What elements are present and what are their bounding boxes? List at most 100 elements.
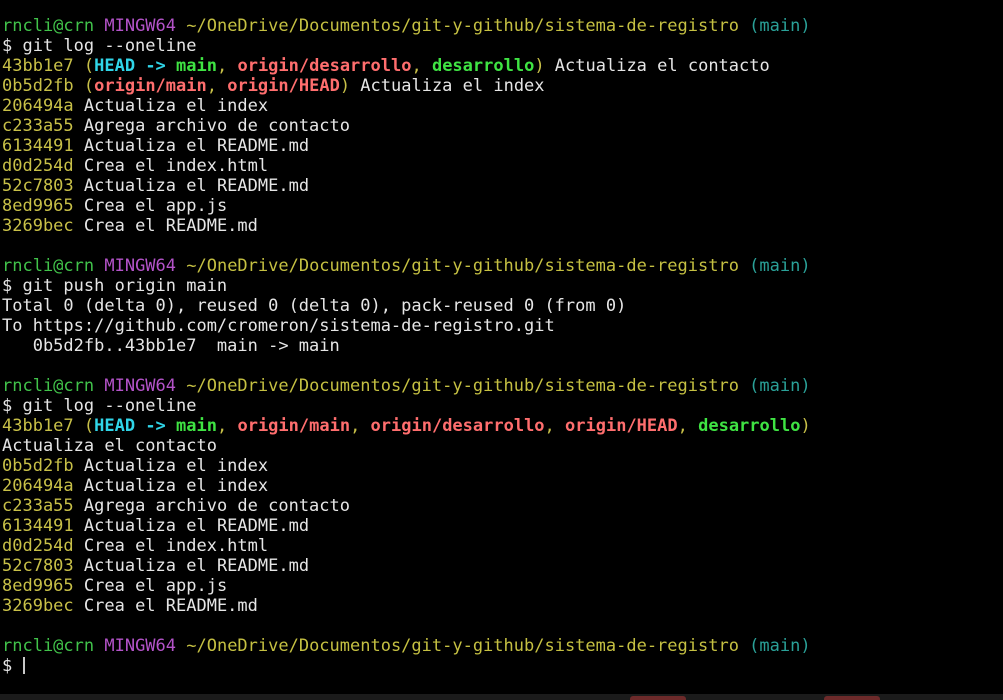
terminal-line: 8ed9965 Crea el app.js <box>2 576 1002 596</box>
terminal-text-default: Actualiza el contacto <box>2 436 217 456</box>
taskbar-indicator <box>824 696 880 700</box>
terminal-text-user: rncli@crn <box>2 636 105 656</box>
terminal-line: c233a55 Agrega archivo de contacto <box>2 496 1002 516</box>
terminal-text-mingw: MINGW64 <box>104 16 187 36</box>
terminal-line: 8ed9965 Crea el app.js <box>2 196 1002 216</box>
terminal-text-hash: 6134491 <box>2 136 84 156</box>
terminal-text-hash: 206494a <box>2 476 84 496</box>
terminal-text-default: Actualiza el index <box>83 456 269 476</box>
terminal-line: $ git push origin main <box>2 276 1002 296</box>
terminal-line: 0b5d2fb..43bb1e7 main -> main <box>2 336 1002 356</box>
terminal-line: c233a55 Agrega archivo de contacto <box>2 116 1002 136</box>
terminal-text-mingw: MINGW64 <box>104 376 187 396</box>
command-input-line[interactable]: $ <box>2 656 1002 676</box>
terminal-text-hash: ) <box>339 76 351 96</box>
terminal-text-path: ~/OneDrive/Documentos/git-y-github/siste… <box>186 16 750 36</box>
terminal-text-hash: , <box>411 56 432 76</box>
terminal-text-path: ~/OneDrive/Documentos/git-y-github/siste… <box>186 376 750 396</box>
terminal-text-hash: 43bb1e7 <box>2 56 84 76</box>
terminal-text-mingw: MINGW64 <box>104 256 187 276</box>
terminal-text-local-branch: main <box>176 56 217 76</box>
terminal-text-default: Crea el README.md <box>83 216 258 236</box>
terminal-text-default: Agrega archivo de contacto <box>83 496 350 516</box>
terminal-line: d0d254d Crea el index.html <box>2 156 1002 176</box>
terminal-text-hash: , <box>677 416 699 436</box>
terminal-text-hash: , <box>350 416 371 436</box>
taskbar-strip <box>0 694 1003 700</box>
terminal-text-remote-branch: origin/main <box>94 76 207 96</box>
terminal-text-hash: 43bb1e7 <box>2 416 84 436</box>
terminal-line: 6134491 Actualiza el README.md <box>2 516 1002 536</box>
terminal-text-default: $ git log --oneline <box>2 36 197 56</box>
terminal-text-hash: 8ed9965 <box>2 576 84 596</box>
terminal-text-hash: ( <box>83 56 95 76</box>
terminal-text-hash: ( <box>83 416 95 436</box>
terminal-line: 206494a Actualiza el index <box>2 476 1002 496</box>
terminal-text-default: Crea el README.md <box>83 596 258 616</box>
terminal-text-remote-branch: origin/HEAD <box>565 416 678 436</box>
terminal-text-hash: , <box>206 76 228 96</box>
terminal-text-hash: 6134491 <box>2 516 84 536</box>
terminal-output[interactable]: rncli@crn MINGW64 ~/OneDrive/Documentos/… <box>2 16 1002 676</box>
terminal-text-mingw: MINGW64 <box>104 636 187 656</box>
terminal-text-hash: , <box>544 416 566 436</box>
terminal-text-path: ~/OneDrive/Documentos/git-y-github/siste… <box>186 256 750 276</box>
terminal-text-default: Actualiza el README.md <box>83 176 310 196</box>
terminal-text-hash: ) <box>800 416 811 436</box>
terminal-text-hash: c233a55 <box>2 116 84 136</box>
terminal-line: 43bb1e7 (HEAD -> main, origin/main, orig… <box>2 416 1002 436</box>
terminal-text-hash: 206494a <box>2 96 84 116</box>
terminal-text-hash: d0d254d <box>2 156 84 176</box>
terminal-text-user: rncli@crn <box>2 16 105 36</box>
terminal-text-hash: 0b5d2fb <box>2 76 84 96</box>
terminal-text-hash: c233a55 <box>2 496 84 516</box>
terminal-line: rncli@crn MINGW64 ~/OneDrive/Documentos/… <box>2 256 1002 276</box>
terminal-text-default: Crea el app.js <box>83 576 228 596</box>
taskbar-indicator <box>630 696 686 700</box>
terminal-text-default: Crea el index.html <box>83 536 269 556</box>
terminal-line: 0b5d2fb Actualiza el index <box>2 456 1002 476</box>
terminal-text-default: $ git log --oneline <box>2 396 197 416</box>
terminal-line: d0d254d Crea el index.html <box>2 536 1002 556</box>
terminal-text-default: Actualiza el contacto <box>544 56 770 76</box>
terminal-line: To https://github.com/cromeron/sistema-d… <box>2 316 1002 336</box>
terminal-text-default: Crea el index.html <box>83 156 269 176</box>
terminal-text-hash: 3269bec <box>2 596 84 616</box>
terminal-line: 52c7803 Actualiza el README.md <box>2 556 1002 576</box>
terminal-text-default: Agrega archivo de contacto <box>83 116 350 136</box>
terminal-line: Actualiza el contacto <box>2 436 1002 456</box>
terminal-text-hash: , <box>216 416 238 436</box>
terminal-line: 3269bec Crea el README.md <box>2 596 1002 616</box>
text-cursor <box>23 657 26 674</box>
terminal-line: 43bb1e7 (HEAD -> main, origin/desarrollo… <box>2 56 1002 76</box>
terminal-line: rncli@crn MINGW64 ~/OneDrive/Documentos/… <box>2 376 1002 396</box>
terminal-text-user: rncli@crn <box>2 376 105 396</box>
terminal-text-local-branch: main <box>176 416 217 436</box>
terminal-line: $ git log --oneline <box>2 36 1002 56</box>
terminal-text-default: Actualiza el README.md <box>83 136 310 156</box>
terminal-text-hash: , <box>216 56 238 76</box>
terminal-text-hash: 8ed9965 <box>2 196 84 216</box>
terminal-text-default: Total 0 (delta 0), reused 0 (delta 0), p… <box>2 296 627 316</box>
terminal-line: 0b5d2fb (origin/main, origin/HEAD) Actua… <box>2 76 1002 96</box>
terminal-line: 3269bec Crea el README.md <box>2 216 1002 236</box>
terminal-text-default: Actualiza el README.md <box>83 516 310 536</box>
terminal-text-local-branch: desarrollo <box>431 56 535 76</box>
terminal-text-head: HEAD -> <box>94 416 177 436</box>
terminal-text-hash: ( <box>83 76 95 96</box>
terminal-text-hash: 52c7803 <box>2 556 84 576</box>
terminal-text-remote-branch: origin/HEAD <box>227 76 340 96</box>
shell-prompt: $ <box>2 656 23 676</box>
terminal-text-default: 0b5d2fb..43bb1e7 main -> main <box>2 336 340 356</box>
terminal-text-hash: d0d254d <box>2 536 84 556</box>
terminal-line: 52c7803 Actualiza el README.md <box>2 176 1002 196</box>
terminal-text-hash: 0b5d2fb <box>2 456 84 476</box>
terminal-text-head: HEAD -> <box>94 56 177 76</box>
terminal-text-default: Actualiza el README.md <box>83 556 310 576</box>
terminal-text-default: Actualiza el index <box>83 96 269 116</box>
terminal-line: 6134491 Actualiza el README.md <box>2 136 1002 156</box>
terminal-text-path: ~/OneDrive/Documentos/git-y-github/siste… <box>186 636 750 656</box>
terminal-text-remote-branch: origin/desarrollo <box>237 56 412 76</box>
